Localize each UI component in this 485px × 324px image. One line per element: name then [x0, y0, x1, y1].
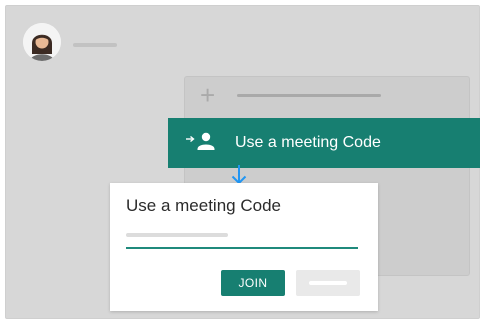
- meeting-code-input[interactable]: [126, 229, 358, 249]
- meeting-code-placeholder: [126, 233, 228, 237]
- join-button[interactable]: JOIN: [221, 270, 285, 296]
- user-avatar-icon[interactable]: [23, 23, 61, 61]
- cancel-button[interactable]: [296, 270, 360, 296]
- background-card-text-placeholder: [237, 94, 381, 97]
- input-underline: [126, 247, 358, 249]
- meeting-code-dialog: Use a meeting Code JOIN: [110, 183, 378, 311]
- dialog-title: Use a meeting Code: [126, 196, 281, 215]
- enter-user-icon: [184, 131, 220, 155]
- cancel-label-placeholder: [309, 281, 347, 285]
- user-name-placeholder: [73, 43, 117, 47]
- menu-item-use-meeting-code[interactable]: Use a meeting Code: [168, 118, 480, 168]
- menu-item-label: Use a meeting Code: [235, 134, 381, 151]
- plus-icon: +: [200, 80, 216, 110]
